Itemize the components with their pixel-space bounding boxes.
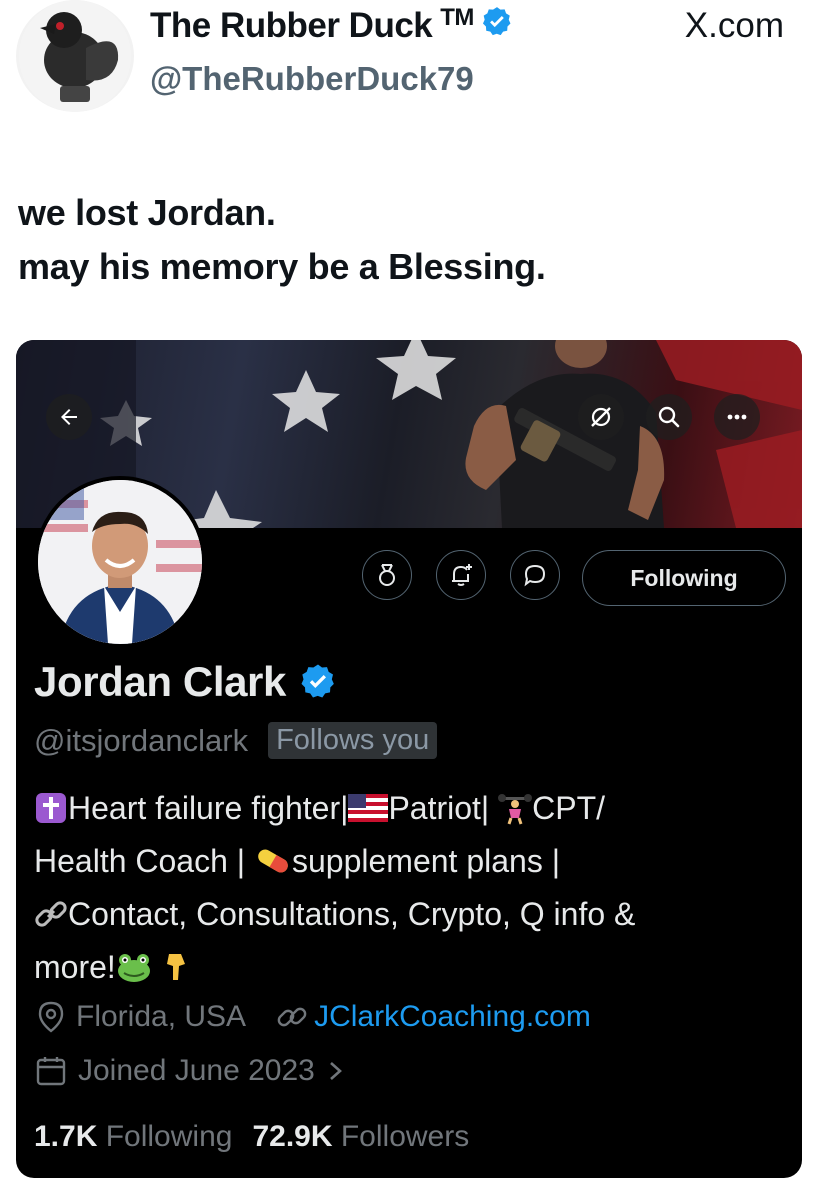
tweet-text: we lost Jordan. may his memory be a Bles… xyxy=(18,192,546,287)
grok-icon xyxy=(591,407,611,427)
grok-button[interactable] xyxy=(578,394,624,440)
bio-text-4: Health Coach | xyxy=(34,843,246,879)
banner-person xyxy=(465,340,665,528)
message-icon xyxy=(524,564,546,587)
more-icon xyxy=(727,414,747,420)
pill-emoji-icon xyxy=(258,849,288,873)
bio-line-3: Contact, Consultations, Crypto, Q info & xyxy=(34,888,794,941)
bio-text-2: Patriot| xyxy=(388,790,490,826)
bio-text-7: more! xyxy=(34,949,116,985)
follows-you-badge: Follows you xyxy=(268,722,438,759)
followers-label: Followers xyxy=(340,1120,470,1153)
notifications-button[interactable] xyxy=(436,550,486,600)
bio-text-5: supplement plans | xyxy=(291,843,561,879)
link-icon xyxy=(277,1007,307,1027)
message-button[interactable] xyxy=(510,550,560,600)
bio-text-1: Heart failure fighter| xyxy=(68,790,349,826)
profile-bio: Heart failure fighter| Patriot| CPT/ Hea… xyxy=(34,782,794,994)
chevron-right-icon xyxy=(330,1062,342,1080)
following-label: Following xyxy=(105,1120,233,1153)
cross-emoji-icon xyxy=(36,792,66,823)
site-label: X.com xyxy=(684,6,784,45)
author-name[interactable]: The Rubber Duck TM xyxy=(150,4,514,46)
verified-badge-icon xyxy=(482,7,511,36)
trademark-mark: TM xyxy=(440,4,474,31)
profile-screenshot: Following Jordan Clark @itsjordanclark F… xyxy=(16,340,802,1178)
notification-bell-icon xyxy=(452,564,472,586)
author-name-text: The Rubber Duck xyxy=(150,6,433,45)
bio-line-2: Health Coach | supplement plans | xyxy=(34,835,794,888)
profile-handle-row: @itsjordanclark Follows you xyxy=(34,722,438,759)
following-button[interactable]: Following xyxy=(582,550,786,606)
author-handle[interactable]: @TheRubberDuck79 xyxy=(150,60,474,98)
following-count: 1.7K xyxy=(34,1120,98,1153)
verified-badge-icon xyxy=(301,664,334,698)
profile-name: Jordan Clark xyxy=(34,658,338,706)
location-icon xyxy=(38,1001,64,1033)
back-button[interactable] xyxy=(46,394,92,440)
search-icon xyxy=(658,406,680,428)
profile-joined: Joined June 2023 xyxy=(78,1054,315,1087)
author-avatar[interactable] xyxy=(16,0,134,112)
frog-emoji-icon xyxy=(117,953,150,982)
following-stat[interactable]: 1.7K Following xyxy=(34,1120,232,1154)
bio-line-1: Heart failure fighter| Patriot| CPT/ xyxy=(34,782,794,835)
followers-stat[interactable]: 72.9K Followers xyxy=(252,1120,469,1154)
subscribe-button[interactable] xyxy=(362,550,412,600)
followers-count: 72.9K xyxy=(252,1120,333,1153)
medal-icon xyxy=(379,564,395,586)
bio-text-3: CPT/ xyxy=(532,790,606,826)
profile-avatar[interactable] xyxy=(34,476,206,648)
more-button[interactable] xyxy=(714,394,760,440)
link-emoji-icon xyxy=(35,900,67,927)
profile-location: Florida, USA xyxy=(76,1000,247,1033)
weightlifter-emoji-icon xyxy=(498,793,533,825)
pointing-down-emoji-icon xyxy=(166,953,185,980)
back-arrow-icon xyxy=(61,409,77,425)
bio-line-4: more! xyxy=(34,941,794,994)
search-button[interactable] xyxy=(646,394,692,440)
profile-website-link[interactable]: JClarkCoaching.com xyxy=(314,1000,591,1034)
profile-joined-row[interactable]: Joined June 2023 xyxy=(34,1054,345,1088)
profile-meta-row: Florida, USA JClarkCoaching.com xyxy=(34,1000,591,1034)
profile-handle: @itsjordanclark xyxy=(34,722,249,758)
profile-stats: 1.7K Following 72.9K Followers xyxy=(34,1120,469,1154)
us-flag-emoji-icon xyxy=(348,793,389,822)
profile-name-text: Jordan Clark xyxy=(34,658,286,705)
bio-text-6: Contact, Consultations, Crypto, Q info & xyxy=(68,896,636,932)
calendar-icon xyxy=(36,1057,66,1086)
